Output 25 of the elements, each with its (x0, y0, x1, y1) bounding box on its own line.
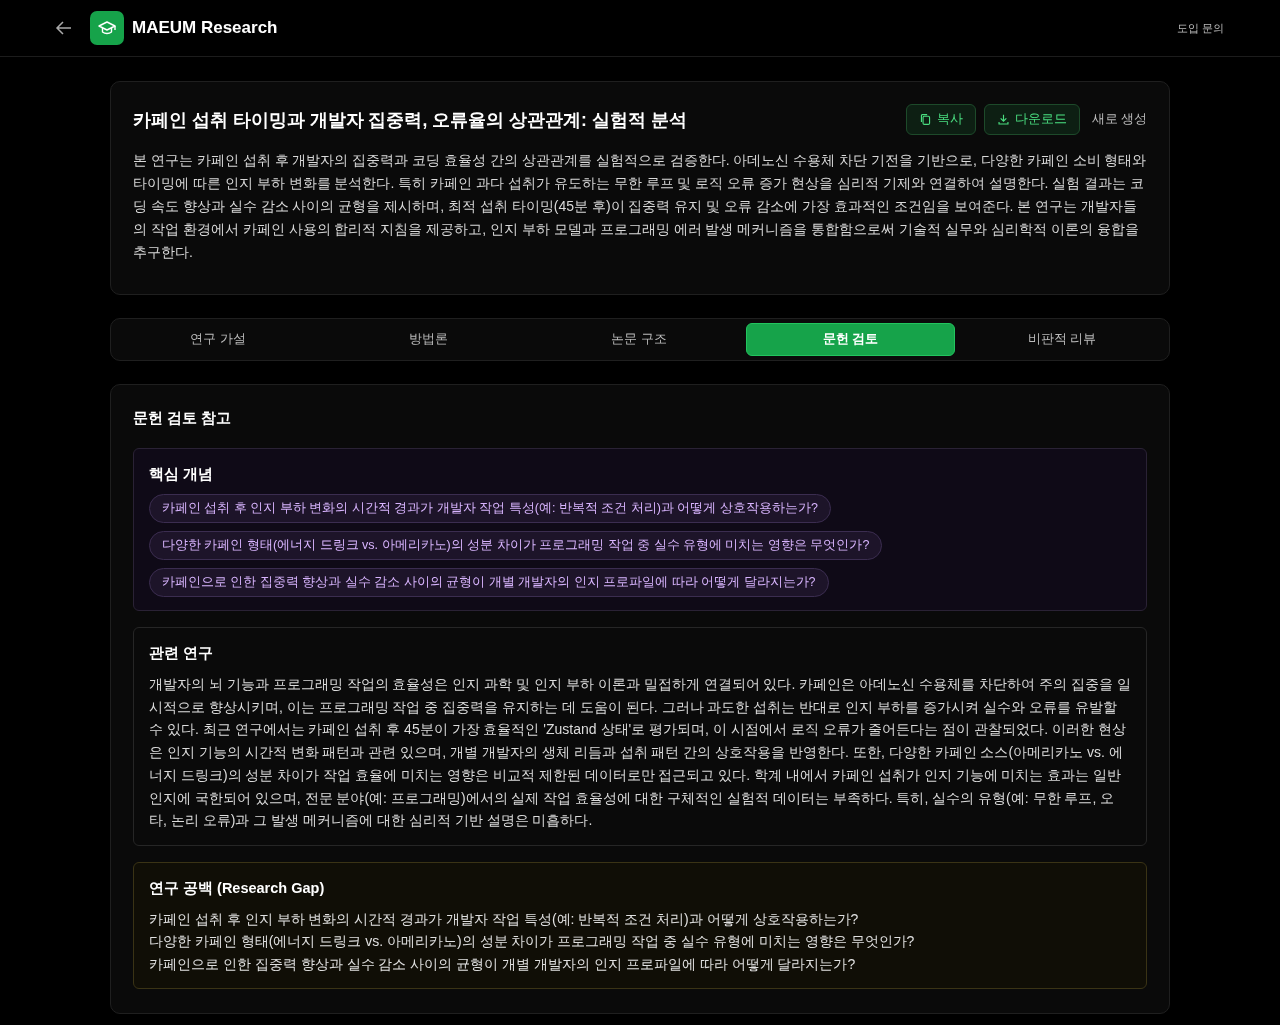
paper-title: 카페인 섭취 타이밍과 개발자 집중력, 오류율의 상관관계: 실험적 분석 (133, 108, 688, 132)
tab[interactable]: 논문 구조 (535, 323, 743, 356)
section-text: 개발자의 뇌 기능과 프로그래밍 작업의 효율성은 인지 과학 및 인지 부하 이론과 밀접하게 연결되어 있다. 카페인은 아데노신 수용체를 차단하여 주의 집중을 일시적으로 향상시키며, 이는 프로그래밍 작업 중 집중력을 유지하는 데 도움이 된다. 그러나 과도한 섭취는 반대로 인지 부하를 증가시켜 실수와 오류를 유발할 수 있다. 최근 연구에서는 카페인 섭취 후 45분이 가장 효율적인 'Zustand 상태'로 평가되며, 이 시점에서 로직 오류가 줄어든다는 점이 관찰되었다. 이러한 현상은 인지 기능의 시간적 변화 패턴과 관련 있으며, 개별 개발자의 생체 리듬과 섭취 패턴 간의 상호작용을 반영한다. 또한, 다양한 카페인 소스(아메리카노 vs. 에너지 드링크)의 성분 차이가 작업 효율에 미치는 영향은 비교적 제한된 데이터로만 접근되고 있다. 학계 내에서 카페인 섭취가 인지 기능에 미치는 효과는 일반 인지에 국한되어 있으며, 전문 분야(예: 프로그래밍)에서의 실제 작업 효율성에 대한 구체적인 실험적 데이터는 부족하다. 특히, 실수의 유형(예: 무한 루프, 오타, 논리 오류)과 그 발생 메커니즘에 대한 심리적 기반 설명은 미흡하다. (149, 675, 1131, 831)
concept-chip: 카페인 섭취 후 인지 부하 변화의 시간적 경과가 개발자 작업 특성(예: 반복적 조건 처리)과 어떻게 상호작용하는가? (149, 494, 831, 523)
tab[interactable]: 방법론 (325, 323, 532, 356)
card-title: 문헌 검토 참고 (133, 409, 233, 428)
logo-icon (90, 11, 124, 45)
gap-question: 카페인 섭취 후 인지 부하 변화의 시간적 경과가 개발자 작업 특성(예: 반복적 조건 처리)과 어떻게 상호작용하는가? (149, 909, 860, 929)
tab[interactable]: 연구 가설 (115, 323, 322, 356)
abstract-text: 본 연구는 카페인 섭취 후 개발자의 집중력과 코딩 효율성 간의 상관관계를 실험적으로 검증한다. 아데노신 수용체 차단 기전을 기반으로, 다양한 카페인 소비 형태와 타이밍에 따른 인지 부하 변화를 분석한다. 특히 카페인 과다 섭취가 유도하는 무한 루프 및 로직 오류 증가 현상을 심리적 기제와 연결하여 설명한다. 실험 결과는 코딩 속도 향상과 실수 감소 사이의 균형을 제시하며, 최적 섭취 타이밍(45분 후)이 집중력 유지 및 오류 감소에 가장 효과적인 조건임을 보여준다. 본 연구는 개발자들의 작업 환경에서 카페인 사용의 합리적 지침을 제공하고, 인지 부하 모델과 프로그래밍 에러 발생 메커니즘을 통합함으로써 기술적 실무와 심리학적 이론의 융합을 추구한다. (133, 151, 1147, 262)
brand-name: MAEUM Research (132, 18, 278, 38)
tab[interactable]: 비판적 리뷰 (958, 323, 1166, 356)
download-icon (996, 113, 1010, 126)
copy-icon (918, 113, 932, 126)
concept-chip: 카페인으로 인한 집중력 향상과 실수 감소 사이의 균형이 개별 개발자의 인지 프로파일에 따라 어떻게 달라지는가? (149, 568, 829, 597)
nav-link[interactable]: 도입 문의 (1176, 20, 1224, 36)
section-title: 연구 공백 (Research Gap) (149, 878, 326, 898)
section-title: 관련 연구 (149, 644, 215, 663)
copy-button[interactable]: 복사 (905, 104, 976, 135)
gap-question: 카페인으로 인한 집중력 향상과 실수 감소 사이의 균형이 개별 개발자의 인지 프로파일에 따라 어떻게 달라지는가? (149, 954, 857, 974)
concept-chip: 다양한 카페인 형태(에너지 드링크 vs. 아메리카노)의 성분 차이가 프로그래밍 작업 중 실수 유형에 미치는 영향은 무엇인가? (149, 531, 883, 560)
gap-question: 다양한 카페인 형태(에너지 드링크 vs. 아메리카노)의 성분 차이가 프로그래밍 작업 중 실수 유형에 미치는 영향은 무엇인가? (149, 932, 916, 952)
plain-button[interactable]: 새로 생성 (1087, 104, 1147, 135)
download-button[interactable]: 다운로드 (983, 104, 1080, 135)
section-title: 핵심 개념 (149, 465, 215, 484)
